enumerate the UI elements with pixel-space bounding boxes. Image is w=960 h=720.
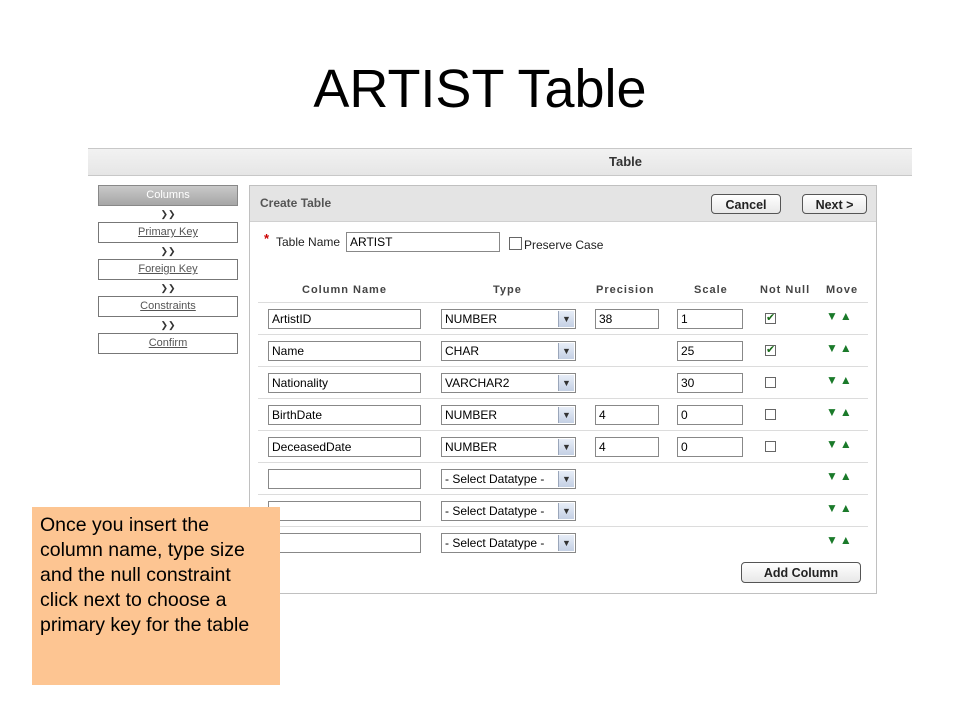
table-row: Nationality VARCHAR2 ▼ 30 ▼▲ — [258, 366, 868, 398]
table-row: ArtistID NUMBER ▼ 38 1 ▼▲ — [258, 302, 868, 334]
column-header-move: Move — [826, 284, 859, 296]
column-name-input[interactable]: BirthDate — [268, 405, 421, 425]
chevron-down-icon: ❯❯ — [160, 320, 176, 330]
table-row: BirthDate NUMBER ▼ 4 0 ▼▲ — [258, 398, 868, 430]
column-header-type: Type — [493, 284, 522, 296]
add-column-button[interactable]: Add Column — [741, 562, 861, 583]
not-null-checkbox[interactable] — [765, 343, 776, 356]
chevron-down-icon: ▼ — [558, 311, 574, 327]
datatype-select[interactable]: - Select Datatype - ▼ — [441, 533, 576, 553]
table-row: - Select Datatype - ▼ ▼▲ — [258, 494, 868, 526]
precision-input[interactable]: 38 — [595, 309, 659, 329]
move-arrows-icon[interactable]: ▼▲ — [826, 309, 854, 323]
datatype-value: VARCHAR2 — [445, 376, 510, 390]
table-name-input[interactable]: ARTIST — [346, 232, 500, 252]
move-arrows-icon[interactable]: ▼▲ — [826, 437, 854, 451]
not-null-checkbox[interactable] — [765, 409, 776, 420]
table-row: Name CHAR ▼ 25 ▼▲ — [258, 334, 868, 366]
column-name-input[interactable] — [268, 501, 421, 521]
scale-input[interactable]: 0 — [677, 437, 743, 457]
chevron-down-icon: ▼ — [558, 439, 574, 455]
next-button[interactable]: Next > — [802, 194, 867, 214]
move-arrows-icon[interactable]: ▼▲ — [826, 533, 854, 547]
table-name-label: Table Name — [276, 235, 341, 249]
datatype-value: - Select Datatype - — [445, 536, 545, 550]
chevron-down-icon: ▼ — [558, 343, 574, 359]
step-confirm[interactable]: Confirm — [98, 333, 238, 354]
column-header-name: Column Name — [302, 284, 387, 296]
not-null-checkbox[interactable] — [765, 441, 776, 452]
chevron-down-icon: ▼ — [558, 375, 574, 391]
chevron-down-icon: ❯❯ — [160, 209, 176, 219]
scale-input[interactable]: 25 — [677, 341, 743, 361]
column-name-input[interactable]: ArtistID — [268, 309, 421, 329]
datatype-select[interactable]: CHAR ▼ — [441, 341, 576, 361]
datatype-select[interactable]: VARCHAR2 ▼ — [441, 373, 576, 393]
scale-input[interactable]: 1 — [677, 309, 743, 329]
datatype-select[interactable]: NUMBER ▼ — [441, 309, 576, 329]
column-name-input[interactable] — [268, 533, 421, 553]
datatype-value: NUMBER — [445, 312, 498, 326]
datatype-value: - Select Datatype - — [445, 504, 545, 518]
move-arrows-icon[interactable]: ▼▲ — [826, 501, 854, 515]
datatype-value: CHAR — [445, 344, 480, 358]
datatype-value: - Select Datatype - — [445, 472, 545, 486]
panel-title: Create Table — [260, 196, 332, 210]
move-arrows-icon[interactable]: ▼▲ — [826, 469, 854, 483]
chevron-down-icon: ▼ — [558, 471, 574, 487]
datatype-select[interactable]: - Select Datatype - ▼ — [441, 501, 576, 521]
precision-input[interactable]: 4 — [595, 437, 659, 457]
slide-title: ARTIST Table — [313, 59, 647, 119]
datatype-value: NUMBER — [445, 408, 498, 422]
scale-input[interactable]: 0 — [677, 405, 743, 425]
datatype-select[interactable]: NUMBER ▼ — [441, 405, 576, 425]
wizard-header-bar: Table — [88, 148, 912, 176]
instruction-callout: Once you insert the column name, type si… — [32, 507, 280, 685]
not-null-checkbox[interactable] — [765, 311, 776, 324]
preserve-case-checkbox[interactable] — [509, 237, 522, 250]
column-name-input[interactable]: Nationality — [268, 373, 421, 393]
column-name-input[interactable]: DeceasedDate — [268, 437, 421, 457]
step-primary-key[interactable]: Primary Key — [98, 222, 238, 243]
table-row: DeceasedDate NUMBER ▼ 4 0 ▼▲ — [258, 430, 868, 462]
step-foreign-key[interactable]: Foreign Key — [98, 259, 238, 280]
move-arrows-icon[interactable]: ▼▲ — [826, 405, 854, 419]
move-arrows-icon[interactable]: ▼▲ — [826, 373, 854, 387]
column-header-not-null: Not Null — [760, 284, 811, 296]
step-columns[interactable]: Columns — [98, 185, 238, 206]
chevron-down-icon: ▼ — [558, 407, 574, 423]
chevron-down-icon: ▼ — [558, 535, 574, 551]
create-table-panel: Create Table Cancel Next > * Table Name … — [249, 185, 877, 594]
step-constraints[interactable]: Constraints — [98, 296, 238, 317]
chevron-down-icon: ▼ — [558, 503, 574, 519]
datatype-value: NUMBER — [445, 440, 498, 454]
scale-input[interactable]: 30 — [677, 373, 743, 393]
datatype-select[interactable]: - Select Datatype - ▼ — [441, 469, 576, 489]
asterisk-icon: * — [264, 231, 270, 246]
wizard-header-label: Table — [609, 154, 642, 169]
column-header-scale: Scale — [694, 284, 728, 296]
chevron-down-icon: ❯❯ — [160, 283, 176, 293]
wizard-steps: Columns ❯❯ Primary Key ❯❯ Foreign Key ❯❯… — [98, 185, 240, 354]
table-row: - Select Datatype - ▼ ▼▲ — [258, 462, 868, 494]
cancel-button[interactable]: Cancel — [711, 194, 781, 214]
column-name-input[interactable] — [268, 469, 421, 489]
move-arrows-icon[interactable]: ▼▲ — [826, 341, 854, 355]
preserve-case-label: Preserve Case — [524, 238, 604, 252]
datatype-select[interactable]: NUMBER ▼ — [441, 437, 576, 457]
column-name-input[interactable]: Name — [268, 341, 421, 361]
precision-input[interactable]: 4 — [595, 405, 659, 425]
not-null-checkbox[interactable] — [765, 377, 776, 388]
chevron-down-icon: ❯❯ — [160, 246, 176, 256]
column-header-precision: Precision — [596, 284, 655, 296]
table-row: - Select Datatype - ▼ ▼▲ — [258, 526, 868, 558]
panel-header: Create Table Cancel Next > — [250, 186, 876, 222]
